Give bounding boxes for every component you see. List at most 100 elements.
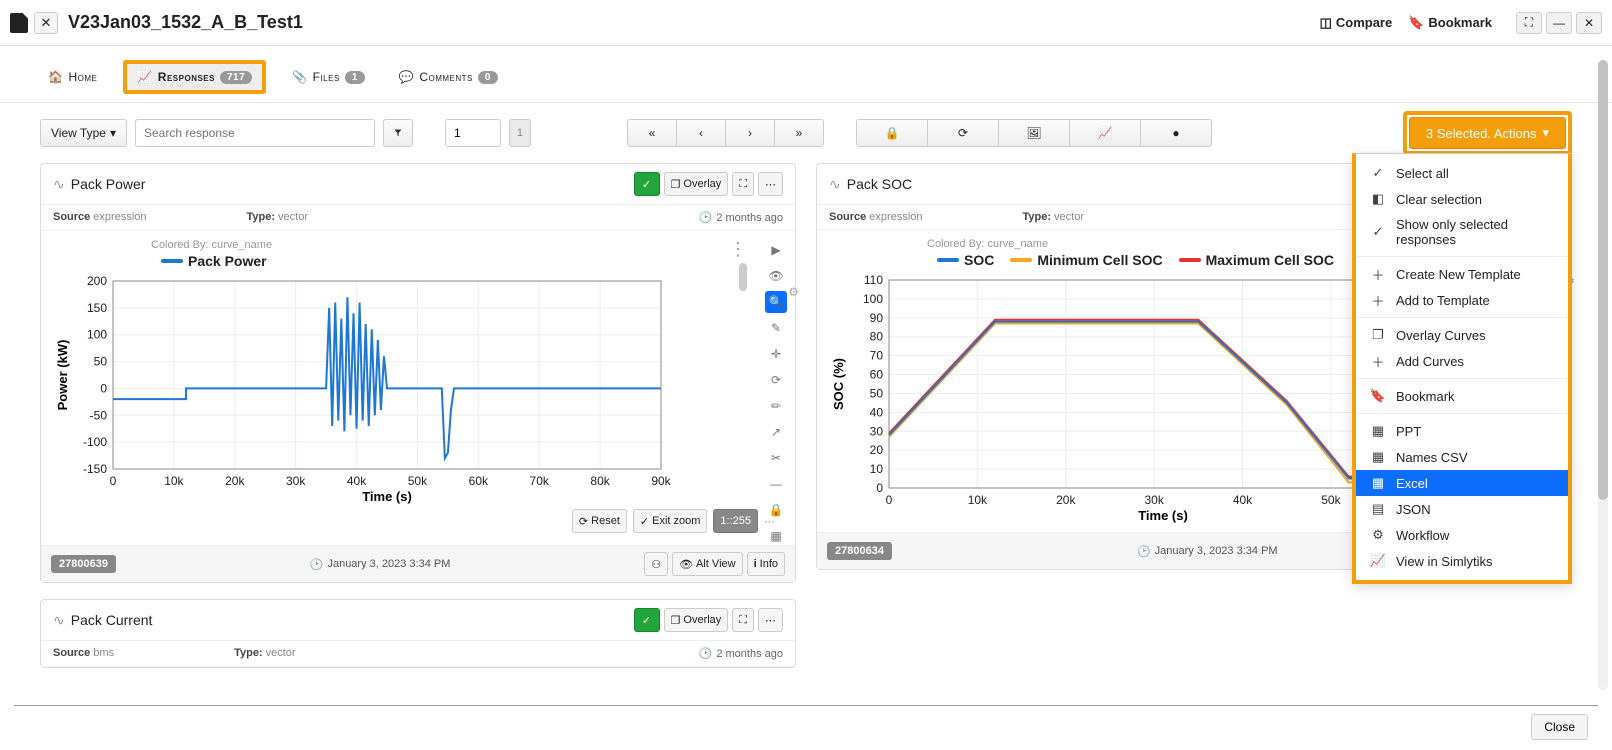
page-input[interactable]: [445, 119, 501, 147]
dd-select-all[interactable]: ✓Select all: [1356, 160, 1568, 186]
last-page-button[interactable]: »: [774, 119, 824, 147]
bookmark-button[interactable]: 🔖Bookmark: [1404, 11, 1496, 35]
crosshair-tool[interactable]: ✛: [765, 343, 787, 365]
tab-files[interactable]: 📎Files1: [284, 66, 373, 88]
fullscreen-button[interactable]: ⛶: [1516, 12, 1542, 34]
gear-icon[interactable]: ⚙: [788, 285, 799, 299]
dd-add-curves[interactable]: ＋Add Curves: [1356, 348, 1568, 374]
panel-pack-power: ∿Pack Power ✓ ❐Overlay ⛶ ⋯ Source expres…: [40, 163, 796, 583]
plot-svg: 010k20k30k40k50k60k70k80k90k-150-100-500…: [51, 275, 701, 505]
svg-text:60: 60: [870, 368, 884, 382]
dd-excel[interactable]: ▦Excel: [1356, 470, 1568, 496]
minus-tool[interactable]: —: [765, 473, 787, 495]
play-tool[interactable]: ▶: [765, 239, 787, 261]
record-button[interactable]: ●: [1140, 119, 1212, 147]
expand-button[interactable]: ⛶: [732, 172, 754, 196]
dd-clear[interactable]: ◧Clear selection: [1356, 186, 1568, 212]
dd-json[interactable]: ▤JSON: [1356, 496, 1568, 522]
cut-tool[interactable]: ✂: [765, 447, 787, 469]
refresh-button[interactable]: ⟳: [927, 119, 999, 147]
tab-comments[interactable]: 💬Comments0: [391, 66, 506, 88]
search-input[interactable]: [135, 119, 375, 147]
edit-tool[interactable]: ✏: [765, 395, 787, 417]
eye-tool[interactable]: 👁: [765, 265, 787, 287]
page-title: V23Jan03_1532_A_B_Test1: [68, 12, 303, 33]
dd-overlay[interactable]: ❐Overlay Curves: [1356, 322, 1568, 348]
grid-tool[interactable]: ▦: [765, 525, 787, 547]
lock-button[interactable]: 🔒: [856, 119, 928, 147]
close-tab-button[interactable]: ✕: [34, 12, 58, 34]
more-button[interactable]: ⋯: [758, 608, 783, 632]
svg-text:-50: -50: [90, 408, 108, 422]
dd-bookmark[interactable]: 🔖Bookmark: [1356, 383, 1568, 409]
chart-button[interactable]: 📈: [1069, 119, 1141, 147]
prev-page-button[interactable]: ‹: [676, 119, 726, 147]
tab-home[interactable]: 🏠Home: [40, 66, 105, 88]
expand-button[interactable]: ⛶: [732, 608, 754, 632]
svg-text:30k: 30k: [1144, 493, 1164, 507]
close-button[interactable]: Close: [1531, 714, 1588, 740]
picker-tool[interactable]: ✎: [765, 317, 787, 339]
json-icon: ▤: [1370, 501, 1386, 517]
svg-text:Power (kW): Power (kW): [55, 340, 70, 411]
info-button[interactable]: i Info: [747, 552, 785, 576]
arrow-tool[interactable]: ↗: [765, 421, 787, 443]
svg-text:20: 20: [870, 443, 884, 457]
dd-show-selected[interactable]: ✓Show only selected responses: [1356, 212, 1568, 252]
dd-add-template[interactable]: ＋Add to Template: [1356, 287, 1568, 313]
exit-zoom-button[interactable]: ✓Exit zoom: [633, 509, 708, 533]
filter-button[interactable]: [383, 119, 413, 147]
separator: [1356, 378, 1568, 379]
actions-dropdown-menu: ✓Select all ◧Clear selection ✓Show only …: [1352, 153, 1572, 584]
svg-text:80: 80: [870, 330, 884, 344]
divider: [14, 705, 1598, 706]
scroll-handle[interactable]: [739, 263, 747, 291]
svg-text:30: 30: [870, 424, 884, 438]
id-badge: 27800639: [51, 555, 116, 573]
tab-responses[interactable]: 📈Responses717: [123, 60, 266, 94]
refresh-tool[interactable]: ⟳: [765, 369, 787, 391]
check-icon: ✓: [640, 515, 649, 528]
minimize-button[interactable]: —: [1546, 12, 1572, 34]
reset-button[interactable]: ⟳Reset: [572, 509, 627, 533]
svg-text:40k: 40k: [1233, 493, 1253, 507]
view-group: 🔒 ⟳ 🖼 📈 ●: [856, 119, 1212, 147]
scrollbar-vertical[interactable]: [1598, 60, 1608, 690]
dd-new-template[interactable]: ＋Create New Template: [1356, 261, 1568, 287]
page-total: 1: [509, 119, 531, 147]
dd-workflow[interactable]: ⚙Workflow: [1356, 522, 1568, 548]
compare-button[interactable]: ◫Compare: [1316, 11, 1397, 35]
svg-text:0: 0: [100, 381, 107, 395]
svg-text:90: 90: [870, 311, 884, 325]
check-button[interactable]: ✓: [634, 172, 660, 196]
files-badge: 1: [345, 71, 365, 84]
actions-dropdown-button[interactable]: 3 Selected. Actions ▾: [1409, 117, 1566, 149]
excel-icon: ▦: [1370, 475, 1386, 491]
dd-ppt[interactable]: ▦PPT: [1356, 418, 1568, 444]
chart-pack-power[interactable]: ⋮ ▶ 👁 🔍 ✎ ✛ ⟳ ✏ ↗ ✂ — 🔒 ▦ ⚙ Colore: [41, 231, 795, 545]
svg-text:20k: 20k: [225, 474, 245, 488]
more-button[interactable]: ⋯: [758, 172, 783, 196]
svg-text:50k: 50k: [408, 474, 428, 488]
scrollbar-thumb[interactable]: [1598, 60, 1608, 500]
overlay-button[interactable]: ❐Overlay: [664, 172, 729, 196]
kebab-icon[interactable]: ⋮: [729, 239, 747, 260]
tree-button[interactable]: ⚇: [644, 552, 668, 576]
chart-icon: 📈: [1370, 553, 1386, 569]
overlay-button[interactable]: ❐Overlay: [664, 608, 729, 632]
eye-icon: 👁: [679, 558, 693, 571]
lock-tool[interactable]: 🔒: [765, 499, 787, 521]
alt-view-button[interactable]: 👁Alt View: [672, 552, 743, 576]
dd-csv[interactable]: ▦Names CSV: [1356, 444, 1568, 470]
view-type-dropdown[interactable]: View Type ▾: [40, 119, 127, 147]
close-window-button[interactable]: ✕: [1576, 12, 1602, 34]
colored-by-label: Colored By: curve_name: [151, 239, 785, 251]
wave-icon: ∿: [53, 176, 65, 193]
zoom-tool[interactable]: 🔍: [765, 291, 787, 313]
svg-text:80k: 80k: [590, 474, 610, 488]
image-button[interactable]: 🖼: [998, 119, 1070, 147]
next-page-button[interactable]: ›: [725, 119, 775, 147]
check-button[interactable]: ✓: [634, 608, 660, 632]
first-page-button[interactable]: «: [627, 119, 677, 147]
dd-simlytiks[interactable]: 📈View in Simlytiks: [1356, 548, 1568, 574]
